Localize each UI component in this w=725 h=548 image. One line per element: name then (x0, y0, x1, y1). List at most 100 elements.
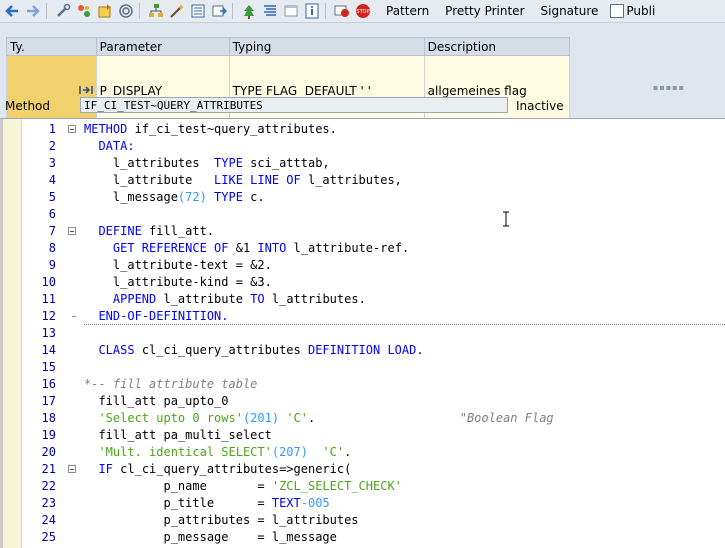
code-line[interactable]: 13 (0, 325, 725, 342)
code-line[interactable]: 20 'Mult. identical SELECT'(207) 'C'. (0, 444, 725, 461)
forward-arrow-icon[interactable] (24, 2, 42, 20)
display-object-list-icon[interactable] (189, 2, 207, 20)
code-line[interactable]: 9 l_attribute-text = &2. (0, 257, 725, 274)
resize-grip[interactable]: ▪▪▪▪▪ (653, 83, 685, 92)
toolbar-separator (46, 3, 47, 19)
objects-icon[interactable] (75, 2, 93, 20)
activation-status: Inactive (516, 99, 564, 113)
code-line[interactable]: 12 END-OF-DEFINITION. (0, 308, 725, 325)
navigation-window-icon[interactable] (210, 2, 228, 20)
code-line[interactable]: 16 *-- fill attribute table (0, 376, 725, 393)
tools-icon[interactable] (54, 2, 72, 20)
code-line[interactable]: 8 GET REFERENCE OF &1 INTO l_attribute-r… (0, 240, 725, 257)
code-line[interactable]: 21 IF cl_ci_query_attributes=>generic( (0, 461, 725, 478)
wizard-icon[interactable] (168, 2, 186, 20)
code-token: p_name = (84, 479, 272, 493)
code-line[interactable]: 19 fill_att pa_multi_select (0, 427, 725, 444)
collapse-block-icon[interactable] (68, 465, 76, 473)
code-line[interactable]: 14 CLASS cl_ci_query_attributes DEFINITI… (0, 342, 725, 359)
method-name-field[interactable]: IF_CI_TEST~QUERY_ATTRIBUTES (80, 97, 508, 113)
code-line[interactable]: 5 l_message(72) TYPE c. (0, 189, 725, 206)
info-icon[interactable] (303, 2, 321, 20)
column-header-type[interactable]: Ty. (6, 37, 97, 56)
line-number: 3 (48, 156, 56, 170)
code-token: &1 (235, 241, 258, 255)
code-token: LIKE LINE OF (214, 173, 308, 187)
code-token: 'Select upto 0 rows' (98, 411, 243, 425)
code-line[interactable]: 3 l_attributes TYPE sci_atttab, (0, 155, 725, 172)
where-used-icon[interactable] (117, 2, 135, 20)
code-token: DEFINE (98, 224, 150, 238)
method-header: Method IF_CI_TEST~QUERY_ATTRIBUTES Inact… (0, 96, 725, 116)
collapse-block-icon[interactable] (68, 227, 76, 235)
pattern-button[interactable]: Pattern (378, 1, 437, 21)
code-line[interactable]: 18 'Select upto 0 rows'(201) 'C'. "Boole… (0, 410, 725, 427)
code-line[interactable]: 1 METHOD if_ci_test~query_attributes. (0, 121, 725, 138)
code-token: 'C' (322, 445, 345, 459)
code-text: l_attribute LIKE LINE OF l_attributes, (84, 172, 402, 189)
back-arrow-icon[interactable] (3, 2, 21, 20)
column-header-typing[interactable]: Typing (228, 37, 425, 56)
code-text: l_message(72) TYPE c. (84, 189, 265, 206)
code-line[interactable]: 2 DATA: (0, 138, 725, 155)
code-line[interactable]: 15 (0, 359, 725, 376)
code-line[interactable]: 6 (0, 206, 725, 223)
list-icon[interactable] (261, 2, 279, 20)
code-text: fill_att pa_upto_0 (84, 393, 228, 410)
code-token: c. (250, 190, 265, 204)
code-token: 'Mult. identical SELECT' (98, 445, 272, 459)
code-text: 'Mult. identical SELECT'(207) 'C'. (84, 444, 351, 461)
code-token: INTO (257, 241, 294, 255)
line-number: 25 (41, 530, 56, 544)
code-token: *-- fill attribute table (84, 377, 258, 391)
pretty-printer-button[interactable]: Pretty Printer (437, 1, 532, 21)
code-token: -005 (300, 496, 330, 510)
code-text: APPEND l_attribute TO l_attributes. (84, 291, 366, 308)
line-number: 21 (41, 462, 56, 476)
hierarchy-icon[interactable] (147, 2, 165, 20)
code-line[interactable]: 4 l_attribute LIKE LINE OF l_attributes, (0, 172, 725, 189)
signature-button[interactable]: Signature (533, 1, 607, 21)
activate-icon[interactable] (96, 2, 114, 20)
code-token: DEFINITION LOAD. (307, 343, 424, 357)
column-header-parameter[interactable]: Parameter (95, 37, 230, 56)
public-button[interactable]: Publi (606, 1, 663, 21)
code-token: l_attribute (84, 173, 215, 187)
code-line[interactable]: 11 APPEND l_attribute TO l_attributes. (0, 291, 725, 308)
code-token: END-OF-DEFINITION. (98, 309, 229, 323)
column-header-description[interactable]: Description (423, 37, 570, 56)
line-number: 1 (48, 122, 56, 136)
code-token: TO (250, 292, 272, 306)
window-icon[interactable] (282, 2, 300, 20)
code-line[interactable]: 23 p_title = TEXT-005 (0, 495, 725, 512)
toolbar-separator (325, 3, 326, 19)
line-number: 16 (41, 377, 56, 391)
code-text: p_title = TEXT-005 (84, 495, 330, 512)
stop-all-icon[interactable]: STOP (354, 2, 372, 20)
line-number: 18 (41, 411, 56, 425)
code-editor[interactable]: 1 METHOD if_ci_test~query_attributes. 2 DA… (0, 118, 725, 548)
code-token: (72) (177, 190, 215, 204)
tree-icon[interactable] (240, 2, 258, 20)
code-line[interactable]: 17 fill_att pa_upto_0 (0, 393, 725, 410)
toolbar-separator (139, 3, 140, 19)
code-line[interactable]: 10 l_attribute-kind = &3. (0, 274, 725, 291)
text-cursor-icon (502, 211, 510, 227)
code-token: cl_ci_query_attributes=>generic( (120, 462, 352, 476)
code-line[interactable]: 24 p_attributes = l_attributes (0, 512, 725, 529)
line-number: 9 (48, 258, 56, 272)
code-token: p_message = l_message (84, 530, 337, 544)
public-button-label: Publi (626, 4, 656, 18)
collapse-block-icon[interactable] (68, 125, 76, 133)
code-token: fill_att. (149, 224, 215, 238)
code-token: l_attribute-ref. (293, 241, 410, 255)
code-line[interactable]: 22 p_name = 'ZCL_SELECT_CHECK' (0, 478, 725, 495)
code-text: p_attributes = l_attributes (84, 512, 358, 529)
code-line[interactable]: 25 p_message = l_message (0, 529, 725, 546)
stop-icon[interactable] (333, 2, 351, 20)
code-line[interactable]: 7 DEFINE fill_att. (0, 223, 725, 240)
code-token: cl_ci_query_attributes (141, 343, 308, 357)
